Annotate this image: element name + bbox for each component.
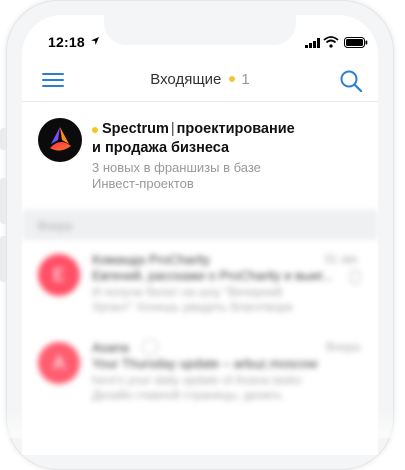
email-list-item[interactable]: E Команда ProCharity 31 авг. Евгений, ра… bbox=[22, 240, 378, 328]
email-list-item[interactable]: A Asana Вчера Your Thursday update – arb… bbox=[22, 328, 378, 416]
email-sender: Spectrum|проектирование bbox=[102, 120, 372, 139]
nav-title: Входящие bbox=[150, 71, 221, 88]
phone-side-button bbox=[0, 236, 6, 282]
email-preview-line: Инвест-проектов bbox=[92, 176, 194, 192]
bottom-fade bbox=[0, 408, 405, 438]
thread-count-badge bbox=[142, 339, 158, 355]
sender-suffix: проектирование bbox=[177, 121, 295, 137]
email-list-item[interactable]: Spectrum|проектирование и продажа бизнес… bbox=[22, 102, 378, 220]
unread-count: 1 bbox=[241, 71, 249, 88]
email-preview-line: И получи билет на шоу "Вечерний bbox=[92, 285, 282, 299]
email-subject: Евгений, расскажи о ProCharity и выиг... bbox=[92, 268, 333, 283]
email-preview-line: here's your daily update of Asana tasks: bbox=[92, 373, 304, 387]
email-date: 31 авг. bbox=[324, 252, 360, 266]
sender-separator: | bbox=[171, 121, 175, 137]
email-preview-line: Дизайн главной страницы, дизигн, bbox=[92, 388, 284, 402]
spectrum-logo-icon bbox=[38, 118, 82, 162]
avatar: E bbox=[38, 254, 80, 296]
email-subject: и продажа бизнеса bbox=[92, 139, 229, 158]
attachment-icon bbox=[350, 270, 360, 284]
email-sender: Команда ProCharity bbox=[92, 252, 210, 267]
email-subject: Your Thursday update – arbuz.moscow bbox=[92, 356, 317, 371]
phone-side-button bbox=[0, 178, 6, 224]
date-section-header: Вчера bbox=[22, 210, 378, 240]
battery-icon bbox=[344, 37, 368, 48]
search-icon[interactable] bbox=[339, 69, 363, 93]
email-preview-line: 3 новых в франшизы в базе bbox=[92, 160, 261, 176]
nav-title-group: Входящие 1 bbox=[22, 71, 378, 88]
status-time: 12:18 bbox=[48, 34, 85, 50]
avatar: A bbox=[38, 342, 80, 384]
email-date: Вчера bbox=[326, 340, 360, 354]
spectrum-logo-avatar bbox=[38, 118, 82, 162]
phone-screen: 12:18 Входящие 1 bbox=[22, 15, 378, 455]
unread-indicator-icon bbox=[92, 127, 98, 133]
section-label: Вчера bbox=[38, 219, 72, 233]
signal-icon bbox=[305, 38, 321, 48]
sender-name: Spectrum bbox=[102, 121, 169, 137]
nav-bar: Входящие 1 bbox=[22, 61, 378, 102]
location-arrow-icon bbox=[90, 36, 100, 46]
wifi-icon bbox=[323, 36, 339, 48]
unread-dot-icon bbox=[229, 76, 235, 82]
email-sender: Asana bbox=[92, 340, 129, 355]
phone-side-button bbox=[0, 128, 6, 150]
email-preview-line: Ургант" Хочешь увидеть благотвори bbox=[92, 300, 292, 314]
